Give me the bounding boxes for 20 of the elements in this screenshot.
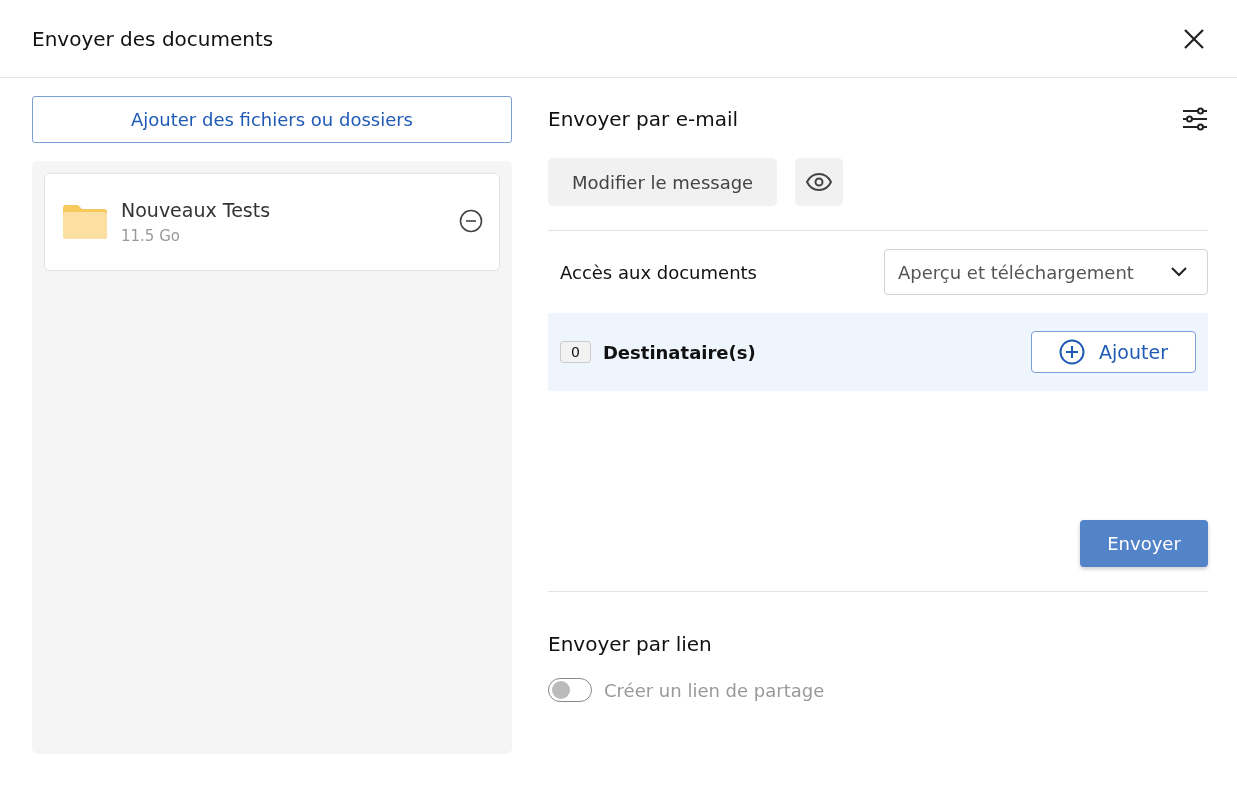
file-name: Nouveaux Tests — [121, 199, 272, 221]
chevron-down-icon — [1171, 267, 1187, 277]
eye-icon — [806, 173, 833, 191]
folder-icon — [63, 205, 107, 239]
plus-circle-icon — [1059, 339, 1086, 365]
recipients-label: Destinataire(s) — [602, 341, 757, 363]
access-label: Accès aux documents — [560, 261, 757, 283]
remove-icon[interactable] — [459, 209, 483, 233]
file-size: 11.5 Go — [121, 227, 181, 245]
access-dropdown[interactable]: Aperçu et téléchargement — [884, 249, 1208, 295]
add-files-button[interactable]: Ajouter des fichiers ou dossiers — [32, 96, 512, 143]
dialog-title: Envoyer des documents — [32, 26, 274, 51]
email-section-title: Envoyer par e-mail — [548, 107, 738, 131]
preview-button[interactable] — [795, 158, 844, 206]
settings-icon[interactable] — [1182, 106, 1208, 132]
link-section-title: Envoyer par lien — [548, 632, 713, 656]
edit-message-button[interactable]: Modifier le message — [548, 158, 778, 206]
recipient-count: 0 — [560, 341, 591, 363]
share-link-label: Créer un lien de partage — [604, 679, 825, 701]
add-recipient-button[interactable]: Ajouter — [1031, 331, 1196, 373]
